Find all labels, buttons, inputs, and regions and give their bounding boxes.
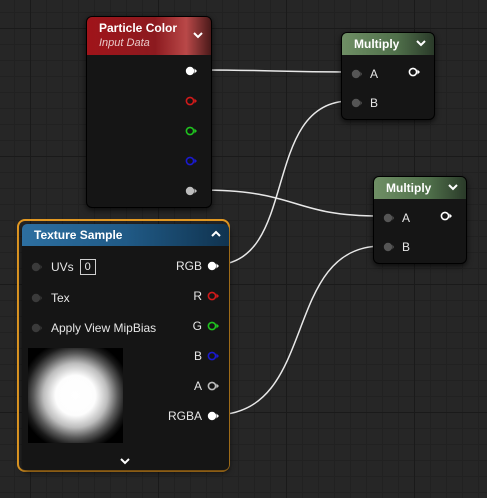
chevron-up-icon[interactable]: [211, 229, 221, 239]
input-pin-icon[interactable]: [350, 69, 362, 79]
output-pin-icon[interactable]: [440, 211, 452, 221]
output-pin-rgb[interactable]: RGB: [176, 259, 219, 273]
output-pin-rgb[interactable]: [185, 66, 197, 76]
output-label-b: B: [193, 349, 202, 363]
output-pin-icon[interactable]: [185, 66, 197, 76]
input-pin-b[interactable]: B: [382, 240, 410, 254]
input-label-tex: Tex: [51, 291, 70, 305]
output-pin-result[interactable]: [408, 67, 420, 77]
output-pin-a[interactable]: [185, 186, 197, 196]
input-pin-icon[interactable]: [382, 242, 394, 252]
input-pin-icon[interactable]: [382, 213, 394, 223]
output-label-a: A: [193, 379, 202, 393]
input-label-a: A: [402, 211, 411, 225]
output-pin-icon[interactable]: [185, 96, 197, 106]
particle-color-node[interactable]: Particle Color Input Data: [86, 16, 212, 208]
texture-preview-image: [28, 348, 123, 443]
output-label-g: G: [192, 319, 202, 333]
output-pin-g[interactable]: [185, 126, 197, 136]
wire-texture-rgb-to-multiply1-b: [213, 100, 351, 266]
output-pin-r[interactable]: [185, 96, 197, 106]
input-pin-icon[interactable]: [350, 98, 362, 108]
wire-particle-rgb-to-multiply1-a: [199, 69, 349, 73]
texture-sample-header[interactable]: Texture Sample: [22, 224, 229, 246]
input-pin-icon[interactable]: [30, 323, 42, 333]
texture-preview-thumbnail: [28, 348, 123, 443]
output-pin-rgba[interactable]: RGBA: [168, 409, 219, 423]
output-pin-icon[interactable]: [207, 261, 219, 271]
output-pin-icon[interactable]: [207, 381, 219, 391]
output-label-r: R: [193, 289, 202, 303]
output-pin-result[interactable]: [440, 211, 452, 221]
output-pin-icon[interactable]: [207, 411, 219, 421]
chevron-down-icon[interactable]: [119, 453, 131, 465]
chevron-down-icon[interactable]: [193, 30, 203, 40]
input-label-apply-view-mipbias: Apply View MipBias: [51, 321, 157, 335]
wire-texture-rgba-to-multiply2-b: [213, 245, 383, 416]
output-pin-icon[interactable]: [207, 321, 219, 331]
chevron-down-icon[interactable]: [448, 182, 458, 192]
node-title: Texture Sample: [34, 228, 123, 242]
multiply-node-1[interactable]: Multiply A B: [341, 32, 435, 120]
input-label-uvs: UVs: [51, 260, 74, 274]
input-pin-apply-view-mipbias[interactable]: Apply View MipBias: [30, 321, 156, 335]
output-pin-a[interactable]: A: [194, 379, 219, 393]
output-pin-icon[interactable]: [408, 67, 420, 77]
multiply-header[interactable]: Multiply: [374, 177, 466, 199]
input-pin-b[interactable]: B: [350, 96, 378, 110]
input-label-b: B: [370, 96, 379, 110]
input-pin-uvs[interactable]: UVs 0: [30, 259, 96, 275]
multiply-header[interactable]: Multiply: [342, 33, 434, 55]
output-pin-r[interactable]: R: [193, 289, 219, 303]
output-pin-b[interactable]: [185, 156, 197, 166]
output-pin-icon[interactable]: [185, 186, 197, 196]
input-label-a: A: [370, 67, 379, 81]
output-pin-icon[interactable]: [207, 351, 219, 361]
input-pin-icon[interactable]: [30, 293, 42, 303]
output-pin-icon[interactable]: [185, 126, 197, 136]
input-pin-tex[interactable]: Tex: [30, 291, 70, 305]
output-label-rgb: RGB: [175, 259, 202, 273]
wire-particle-alpha-to-multiply2-a: [199, 189, 381, 217]
output-pin-icon[interactable]: [207, 291, 219, 301]
input-pin-a[interactable]: A: [382, 211, 410, 225]
output-pin-g[interactable]: G: [193, 319, 219, 333]
output-pin-b[interactable]: B: [194, 349, 219, 363]
multiply-node-2[interactable]: Multiply A B: [373, 176, 467, 264]
chevron-down-icon[interactable]: [416, 38, 426, 48]
particle-color-header[interactable]: Particle Color Input Data: [87, 17, 211, 55]
output-label-rgba: RGBA: [167, 409, 202, 423]
uvs-index-field[interactable]: 0: [79, 259, 96, 275]
input-pin-a[interactable]: A: [350, 67, 378, 81]
input-label-b: B: [402, 240, 411, 254]
output-pin-icon[interactable]: [185, 156, 197, 166]
input-pin-icon[interactable]: [30, 262, 42, 272]
